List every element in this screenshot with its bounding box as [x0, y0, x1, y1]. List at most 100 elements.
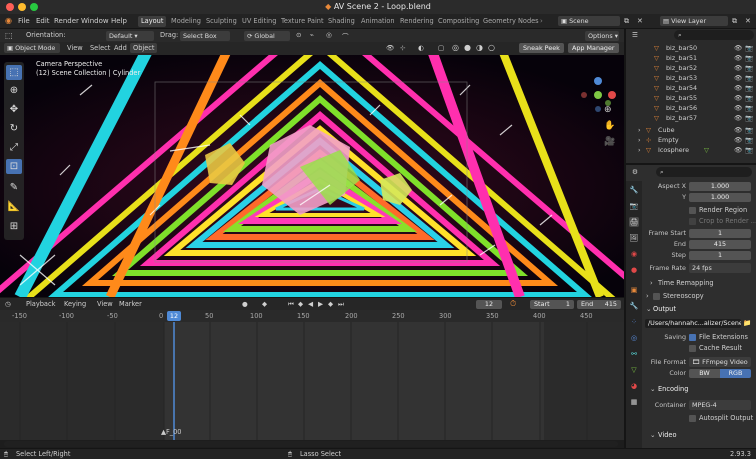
jump-end-icon[interactable]: ⏭ — [338, 300, 344, 309]
jump-start-icon[interactable]: ⏮ — [288, 300, 294, 309]
outliner-row[interactable]: ▽ biz_bar54 👁 📷 — [628, 83, 756, 93]
options-dropdown[interactable]: Options ▾ — [585, 31, 619, 41]
shading-wireframe-icon[interactable]: ◎ — [452, 43, 459, 52]
aspect-x-field[interactable]: 1.000 — [689, 182, 751, 191]
gizmo-icon[interactable]: ⊹ — [400, 44, 406, 52]
stereoscopy-panel[interactable]: Stereoscopy — [663, 292, 704, 300]
visibility-eye-icon[interactable]: 👁 — [734, 125, 742, 135]
expand-chevron-icon[interactable]: › — [638, 125, 641, 135]
menu-marker[interactable]: Marker — [119, 300, 142, 308]
visibility-eye-icon[interactable]: 👁 — [734, 103, 742, 113]
menu-file[interactable]: File — [18, 17, 30, 25]
proportional-edit-icon[interactable]: ◎ — [326, 31, 332, 39]
prev-key-icon[interactable]: ◆ — [298, 300, 303, 308]
render-camera-icon[interactable]: 📷 — [745, 93, 753, 103]
move-tool-icon[interactable]: ✥ — [6, 102, 22, 117]
add-cube-tool-icon[interactable]: ⊞ — [6, 219, 22, 234]
constraints-tab-icon[interactable]: ⚯ — [629, 349, 639, 359]
collapse-chevron-icon[interactable]: › — [650, 279, 653, 287]
tab-rendering[interactable]: Rendering — [397, 16, 437, 27]
visibility-eye-icon[interactable]: 👁 — [734, 83, 742, 93]
workspace-chevron-icon[interactable]: › — [540, 17, 543, 25]
outliner-row[interactable]: ▽ biz_bar52 👁 📷 — [628, 63, 756, 73]
minimize-window-button[interactable] — [18, 3, 26, 11]
visibility-eye-icon[interactable]: 👁 — [734, 73, 742, 83]
expand-chevron-icon[interactable]: ⌄ — [646, 305, 652, 313]
color-bw-button[interactable]: BW — [689, 369, 720, 378]
view-layer-selector[interactable]: ▤ View Layer — [660, 16, 728, 26]
output-path-field[interactable]: /Users/hannahc...alizer/Scene 2/ — [645, 319, 741, 328]
outliner-row[interactable]: ▽ biz_bar56 👁 📷 — [628, 103, 756, 113]
visibility-eye-icon[interactable]: 👁 — [734, 145, 742, 155]
particles-tab-icon[interactable]: ⁘ — [629, 317, 639, 327]
shading-material-icon[interactable]: ◑ — [476, 43, 483, 52]
menu-render[interactable]: Render — [54, 17, 79, 25]
frame-step-field[interactable]: 1 — [689, 251, 751, 260]
timeline-editor-icon[interactable]: ◷ — [5, 300, 11, 308]
menu-window[interactable]: Window — [81, 17, 109, 25]
menu-add[interactable]: Add — [114, 44, 127, 52]
select-box-tool-icon[interactable]: ⬚ — [6, 65, 22, 80]
render-region-checkbox[interactable] — [689, 207, 696, 214]
visibility-eye-icon[interactable]: 👁 — [734, 93, 742, 103]
tab-texture-paint[interactable]: Texture Paint — [278, 16, 327, 27]
video-panel-header[interactable]: Video — [658, 431, 676, 439]
shading-solid-icon[interactable]: ● — [464, 43, 471, 52]
expand-chevron-icon[interactable]: ⌄ — [650, 431, 656, 439]
blender-logo-icon[interactable]: ◉ — [5, 16, 12, 25]
visibility-icon[interactable]: 👁 — [386, 44, 394, 52]
timeline-ruler[interactable]: -150 -100 -50 0 50 100 150 200 250 300 3… — [0, 310, 624, 322]
visibility-eye-icon[interactable]: 👁 — [734, 43, 742, 53]
playhead-frame-badge[interactable]: 12 — [167, 311, 181, 321]
shading-rendered-icon[interactable]: ○ — [488, 43, 495, 52]
outliner-row[interactable]: ▽ biz_bar57 👁 📷 — [628, 113, 756, 123]
scene-tab-icon[interactable]: ◉ — [629, 249, 639, 259]
render-camera-icon[interactable]: 📷 — [745, 53, 753, 63]
render-tab-icon[interactable]: 📷 — [629, 201, 639, 211]
pan-hand-icon[interactable]: ✋ — [604, 121, 615, 131]
tab-sculpting[interactable]: Sculpting — [203, 16, 240, 27]
select-tool-icon[interactable]: ⬚ — [5, 31, 13, 40]
tab-animation[interactable]: Animation — [358, 16, 398, 27]
camera-view-icon[interactable]: 🎥 — [604, 137, 615, 147]
tab-geometry-nodes[interactable]: Geometry Nodes — [480, 16, 542, 27]
file-format-dropdown[interactable]: 🎞 FFmpeg Video — [689, 357, 751, 367]
tab-compositing[interactable]: Compositing — [435, 16, 482, 27]
proportional-falloff-icon[interactable]: ⌒ — [342, 31, 349, 41]
outliner-search-input[interactable]: ⌕ — [674, 30, 754, 40]
end-frame-field[interactable]: End 415 — [577, 300, 621, 309]
visibility-eye-icon[interactable]: 👁 — [734, 135, 742, 145]
render-camera-icon[interactable]: 📷 — [745, 43, 753, 53]
outliner-editor-icon[interactable]: ☰ — [632, 31, 638, 39]
mode-dropdown[interactable]: ▣ Object Mode — [4, 43, 60, 53]
timeline-area[interactable]: ▲ F_00 — [0, 322, 624, 440]
encoding-panel-header[interactable]: Encoding — [658, 385, 688, 393]
annotate-tool-icon[interactable]: ✎ — [6, 180, 22, 195]
render-camera-icon[interactable]: 📷 — [745, 103, 753, 113]
scale-tool-icon[interactable]: ⤢ — [6, 140, 22, 155]
menu-playback[interactable]: Playback — [26, 300, 55, 308]
navigation-gizmo[interactable] — [578, 75, 618, 115]
render-camera-icon[interactable]: 📷 — [745, 113, 753, 123]
modifier-tab-icon[interactable]: 🔧 — [629, 301, 639, 311]
view-layer-copy-icon[interactable]: ⧉ — [732, 17, 737, 26]
play-icon[interactable]: ▶ — [318, 300, 323, 308]
material-tab-icon[interactable]: ◕ — [629, 381, 639, 391]
render-camera-icon[interactable]: 📷 — [745, 145, 753, 155]
transform-orientation-dropdown[interactable]: ⟳ Global — [244, 31, 290, 41]
timeline-scrollbar[interactable] — [4, 441, 618, 447]
container-dropdown[interactable]: MPEG-4 — [689, 400, 751, 410]
autosplit-checkbox[interactable] — [689, 415, 696, 422]
3d-viewport[interactable]: Camera Perspective (12) Scene Collection… — [0, 55, 624, 297]
render-camera-icon[interactable]: 📷 — [745, 125, 753, 135]
folder-icon[interactable]: 📁 — [743, 319, 751, 327]
file-extensions-checkbox[interactable] — [689, 334, 696, 341]
data-tab-icon[interactable]: ▽ — [629, 365, 639, 375]
menu-edit[interactable]: Edit — [36, 17, 50, 25]
preview-range-icon[interactable]: ⏱ — [510, 299, 516, 309]
menu-timeline-view[interactable]: View — [97, 300, 113, 308]
keyframe-icon[interactable]: ◆ — [262, 300, 267, 308]
outliner-row[interactable]: ▽ biz_bar51 👁 📷 — [628, 53, 756, 63]
menu-select[interactable]: Select — [90, 44, 110, 52]
render-camera-icon[interactable]: 📷 — [745, 63, 753, 73]
